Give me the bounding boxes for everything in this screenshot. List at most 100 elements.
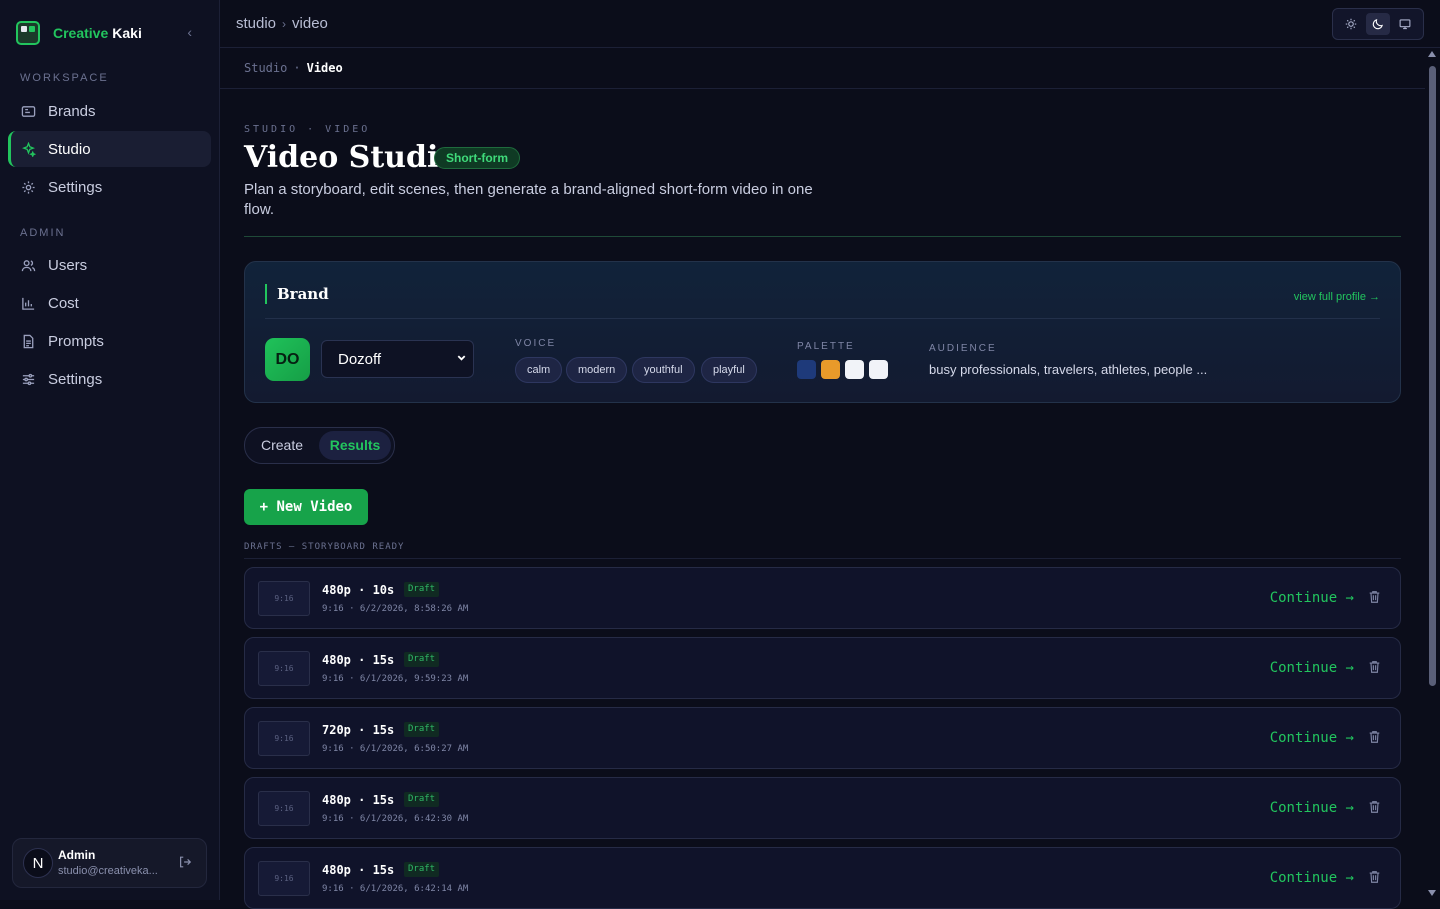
draft-meta: 9:16 · 6/1/2026, 6:42:14 AM xyxy=(322,884,469,894)
audience-label: AUDIENCE xyxy=(929,343,997,354)
breadcrumb: studio › video xyxy=(236,15,328,32)
draft-row[interactable]: 9:16 480p · 15s Draft 9:16 · 6/1/2026, 6… xyxy=(244,777,1401,839)
continue-button[interactable]: Continue → xyxy=(1270,800,1354,816)
audience-text: busy professionals, travelers, athletes,… xyxy=(929,362,1208,377)
document-icon xyxy=(20,333,36,349)
logout-icon[interactable] xyxy=(178,855,192,872)
sidebar-item-settings[interactable]: Settings xyxy=(8,169,211,205)
draft-meta: 9:16 · 6/1/2026, 6:50:27 AM xyxy=(322,744,469,754)
continue-button[interactable]: Continue → xyxy=(1270,870,1354,886)
sidebar-item-label: Brands xyxy=(48,102,96,120)
app-name-part1: Creative xyxy=(53,25,109,41)
draft-title: 480p · 15s xyxy=(322,653,395,667)
sub-breadcrumb-separator: · xyxy=(293,61,301,75)
voice-chip: playful xyxy=(701,357,757,383)
draft-title: 720p · 15s xyxy=(322,723,395,737)
palette-swatch xyxy=(821,360,840,379)
avatar: N xyxy=(23,848,53,878)
sub-breadcrumb-current: Video xyxy=(306,61,343,75)
sub-breadcrumb-parent[interactable]: Studio xyxy=(244,61,287,75)
brand-heading: Brand xyxy=(265,284,329,304)
users-icon xyxy=(20,257,36,273)
scroll-up-arrow-icon[interactable] xyxy=(1428,51,1436,57)
logo-icon xyxy=(16,21,40,45)
app-name: Creative Kaki xyxy=(53,25,142,41)
scrollbar[interactable] xyxy=(1425,48,1440,900)
topbar: studio › video xyxy=(220,0,1440,48)
brand-select-value: Dozoff xyxy=(338,350,382,368)
draft-row[interactable]: 9:16 480p · 10s Draft 9:16 · 6/2/2026, 8… xyxy=(244,567,1401,629)
new-video-button[interactable]: + New Video xyxy=(244,489,368,525)
scrollbar-thumb[interactable] xyxy=(1429,66,1436,686)
page-eyebrow: STUDIO · VIDEO xyxy=(244,124,371,135)
voice-label: VOICE xyxy=(515,338,557,349)
short-form-badge: Short-form xyxy=(434,147,520,169)
draft-badge: Draft xyxy=(404,792,440,807)
voice-chip: youthful xyxy=(632,357,695,383)
workspace-label: WORKSPACE xyxy=(20,72,109,84)
brand-select[interactable]: Dozoff xyxy=(321,340,474,378)
draft-title: 480p · 15s xyxy=(322,793,395,807)
draft-meta: 9:16 · 6/2/2026, 8:58:26 AM xyxy=(322,604,469,614)
sparkles-icon xyxy=(20,141,36,157)
sidebar-item-label: Settings xyxy=(48,370,103,388)
palette-label: PALETTE xyxy=(797,341,855,352)
user-name: Admin xyxy=(58,848,96,862)
draft-title: 480p · 10s xyxy=(322,583,395,597)
draft-thumbnail: 9:16 xyxy=(258,721,310,756)
draft-row[interactable]: 9:16 480p · 15s Draft 9:16 · 6/1/2026, 9… xyxy=(244,637,1401,699)
drafts-section-label: DRAFTS — STORYBOARD READY xyxy=(244,542,405,552)
draft-meta: 9:16 · 6/1/2026, 6:42:30 AM xyxy=(322,814,469,824)
sliders-icon xyxy=(20,371,36,387)
palette-swatch xyxy=(869,360,888,379)
trash-icon[interactable] xyxy=(1368,660,1382,676)
draft-row[interactable]: 9:16 720p · 15s Draft 9:16 · 6/1/2026, 6… xyxy=(244,707,1401,769)
drafts-divider xyxy=(244,558,1401,559)
theme-toggle xyxy=(1332,8,1424,40)
sidebar-item-label: Prompts xyxy=(48,332,104,350)
sidebar-item-admin-settings[interactable]: Settings xyxy=(8,361,211,397)
continue-button[interactable]: Continue → xyxy=(1270,730,1354,746)
moon-icon[interactable] xyxy=(1365,13,1390,35)
draft-meta: 9:16 · 6/1/2026, 9:59:23 AM xyxy=(322,674,469,684)
trash-icon[interactable] xyxy=(1368,870,1382,886)
view-full-profile-link[interactable]: view full profile → xyxy=(1294,291,1380,303)
continue-button[interactable]: Continue → xyxy=(1270,590,1354,606)
trash-icon[interactable] xyxy=(1368,800,1382,816)
sidebar-item-prompts[interactable]: Prompts xyxy=(8,323,211,359)
admin-label: ADMIN xyxy=(20,227,66,239)
chart-icon xyxy=(20,295,36,311)
draft-thumbnail: 9:16 xyxy=(258,791,310,826)
sun-icon[interactable] xyxy=(1339,13,1363,35)
sidebar-item-brands[interactable]: Brands xyxy=(8,93,211,129)
brand-card: Brand view full profile → DO Dozoff VOIC… xyxy=(244,261,1401,403)
palette-swatch xyxy=(845,360,864,379)
monitor-icon[interactable] xyxy=(1393,13,1417,35)
breadcrumb-video: video xyxy=(292,15,328,32)
draft-title: 480p · 15s xyxy=(322,863,395,877)
user-info: Admin studio@creativeka... xyxy=(58,847,158,879)
palette-swatch xyxy=(797,360,816,379)
draft-badge: Draft xyxy=(404,582,440,597)
draft-badge: Draft xyxy=(404,722,440,737)
sidebar-item-label: Cost xyxy=(48,294,79,312)
trash-icon[interactable] xyxy=(1368,730,1382,746)
sidebar-item-studio[interactable]: Studio xyxy=(8,131,211,167)
collapse-sidebar-icon[interactable]: ‹ xyxy=(187,24,192,40)
trash-icon[interactable] xyxy=(1368,590,1382,606)
sidebar-item-users[interactable]: Users xyxy=(8,247,211,283)
breadcrumb-studio[interactable]: studio xyxy=(236,15,276,32)
page-title: Video Studio xyxy=(244,140,459,175)
tab-create[interactable]: Create xyxy=(248,431,316,460)
draft-thumbnail: 9:16 xyxy=(258,861,310,896)
scroll-down-arrow-icon[interactable] xyxy=(1428,890,1436,896)
draft-badge: Draft xyxy=(404,652,440,667)
draft-thumbnail: 9:16 xyxy=(258,651,310,686)
sidebar-item-cost[interactable]: Cost xyxy=(8,285,211,321)
draft-thumbnail: 9:16 xyxy=(258,581,310,616)
logo-row: Creative Kaki ‹ xyxy=(16,20,206,46)
continue-button[interactable]: Continue → xyxy=(1270,660,1354,676)
tab-results[interactable]: Results xyxy=(319,431,391,460)
user-card[interactable]: N Admin studio@creativeka... xyxy=(12,838,207,888)
draft-badge: Draft xyxy=(404,862,440,877)
